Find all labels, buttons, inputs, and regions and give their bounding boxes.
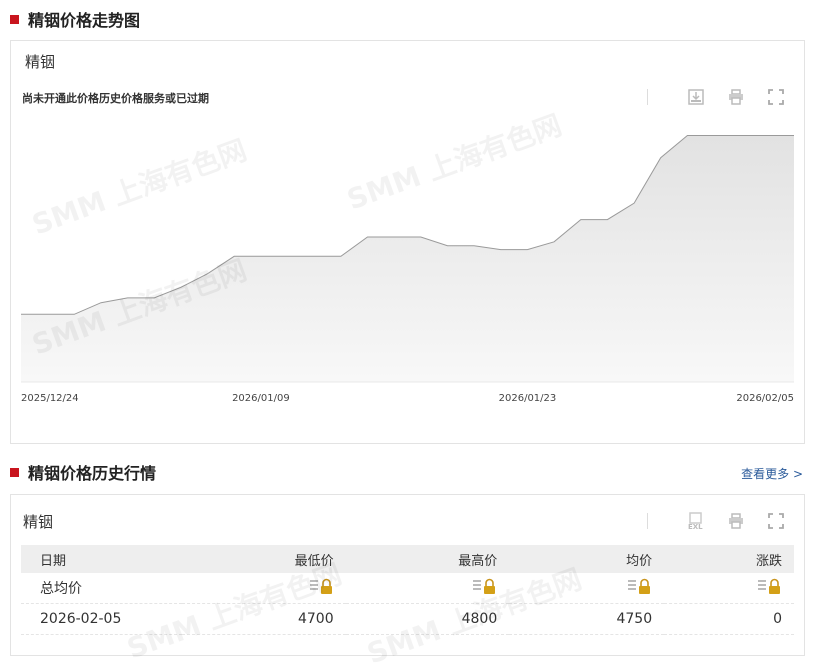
price-data-point[interactable] [578, 217, 584, 223]
section-marker [10, 468, 19, 477]
price-data-point[interactable] [18, 311, 24, 317]
price-trend-chart: 2025/12/24 2026/01/09 2026/01/23 2026/02/05 [18, 133, 797, 404]
price-data-point[interactable] [631, 200, 637, 206]
locked-data-icon[interactable] [309, 578, 334, 594]
history-section-header: 精铟价格历史行情 查看更多 > [0, 463, 815, 485]
trend-section-header: 精铟价格走势图 [0, 10, 815, 32]
price-data-point[interactable] [711, 133, 717, 139]
price-data-point[interactable] [471, 243, 477, 249]
price-data-point[interactable] [791, 133, 797, 139]
toolbar-divider [647, 513, 648, 529]
price-data-point[interactable] [231, 253, 237, 259]
locked-data-icon [309, 578, 332, 594]
history-table-panel: 精铟 EXL 日期 最低价 最高价 均价 涨跌 总均价 2026-02-05 4… [10, 494, 805, 671]
price-history-table: 日期 最低价 最高价 均价 涨跌 总均价 2026-02-05 4700 480… [21, 545, 794, 635]
price-data-point[interactable] [125, 295, 131, 301]
summary-row: 总均价 [21, 573, 794, 604]
table-toolbar: EXL [647, 511, 786, 531]
price-data-point[interactable] [604, 217, 610, 223]
row-low: 4700 [182, 603, 346, 635]
price-data-point[interactable] [498, 247, 504, 253]
price-data-point[interactable] [551, 239, 557, 245]
price-data-point[interactable] [178, 284, 184, 290]
x-tick-label: 2026/02/05 [736, 393, 794, 404]
column-header-low: 最低价 [182, 545, 346, 573]
price-data-point[interactable] [151, 295, 157, 301]
summary-row-label: 总均价 [21, 573, 182, 604]
price-data-point[interactable] [311, 253, 317, 259]
column-header-avg: 均价 [509, 545, 665, 573]
x-tick-label: 2025/12/24 [21, 393, 79, 404]
column-header-change: 涨跌 [664, 545, 794, 573]
price-data-point[interactable] [764, 133, 770, 139]
price-data-point[interactable] [738, 133, 744, 139]
row-high: 4800 [345, 603, 510, 635]
locked-data-icon[interactable] [628, 578, 652, 594]
fullscreen-icon[interactable] [766, 511, 786, 531]
trend-section-title: 精铟价格走势图 [28, 11, 141, 30]
history-section-title: 精铟价格历史行情 [28, 464, 157, 483]
price-data-point[interactable] [391, 234, 397, 240]
locked-data-icon[interactable] [473, 578, 497, 594]
print-icon[interactable] [726, 511, 746, 531]
price-data-point[interactable] [338, 253, 344, 259]
price-data-point[interactable] [418, 234, 424, 240]
column-header-date: 日期 [21, 545, 182, 573]
price-data-point[interactable] [285, 253, 291, 259]
price-data-point[interactable] [684, 133, 690, 139]
locked-data-icon [473, 578, 496, 594]
price-data-point[interactable] [658, 155, 664, 161]
row-avg: 4750 [509, 603, 665, 635]
trend-chart-panel: 精铟 尚未开通此价格历史价格服务或已过期 2025/12/24 2026/01/0… [10, 40, 805, 444]
row-date: 2026-02-05 [21, 603, 182, 635]
price-data-point[interactable] [444, 243, 450, 249]
locked-data-icon [758, 578, 780, 594]
price-data-point[interactable] [524, 247, 530, 253]
price-data-point[interactable] [205, 271, 211, 277]
price-data-point[interactable] [365, 234, 371, 240]
table-row: 2026-02-05 4700 4800 4750 0 [21, 603, 794, 635]
excel-export-icon[interactable]: EXL [686, 511, 706, 531]
locked-data-icon[interactable] [758, 578, 782, 594]
price-data-point[interactable] [258, 253, 264, 259]
view-more-link[interactable]: 查看更多 > [741, 465, 803, 483]
section-marker [10, 15, 19, 24]
price-data-point[interactable] [71, 311, 77, 317]
price-data-point[interactable] [98, 300, 104, 306]
price-area-fill [21, 135, 794, 382]
svg-text:EXL: EXL [688, 523, 703, 530]
x-tick-label: 2026/01/09 [232, 393, 290, 404]
locked-data-icon [628, 578, 651, 594]
price-data-point[interactable] [45, 311, 51, 317]
column-header-high: 最高价 [345, 545, 510, 573]
table-header-row: 日期 最低价 最高价 均价 涨跌 [21, 545, 794, 573]
x-tick-label: 2026/01/23 [499, 393, 557, 404]
row-change: 0 [664, 603, 794, 635]
table-panel-title: 精铟 [23, 513, 54, 531]
